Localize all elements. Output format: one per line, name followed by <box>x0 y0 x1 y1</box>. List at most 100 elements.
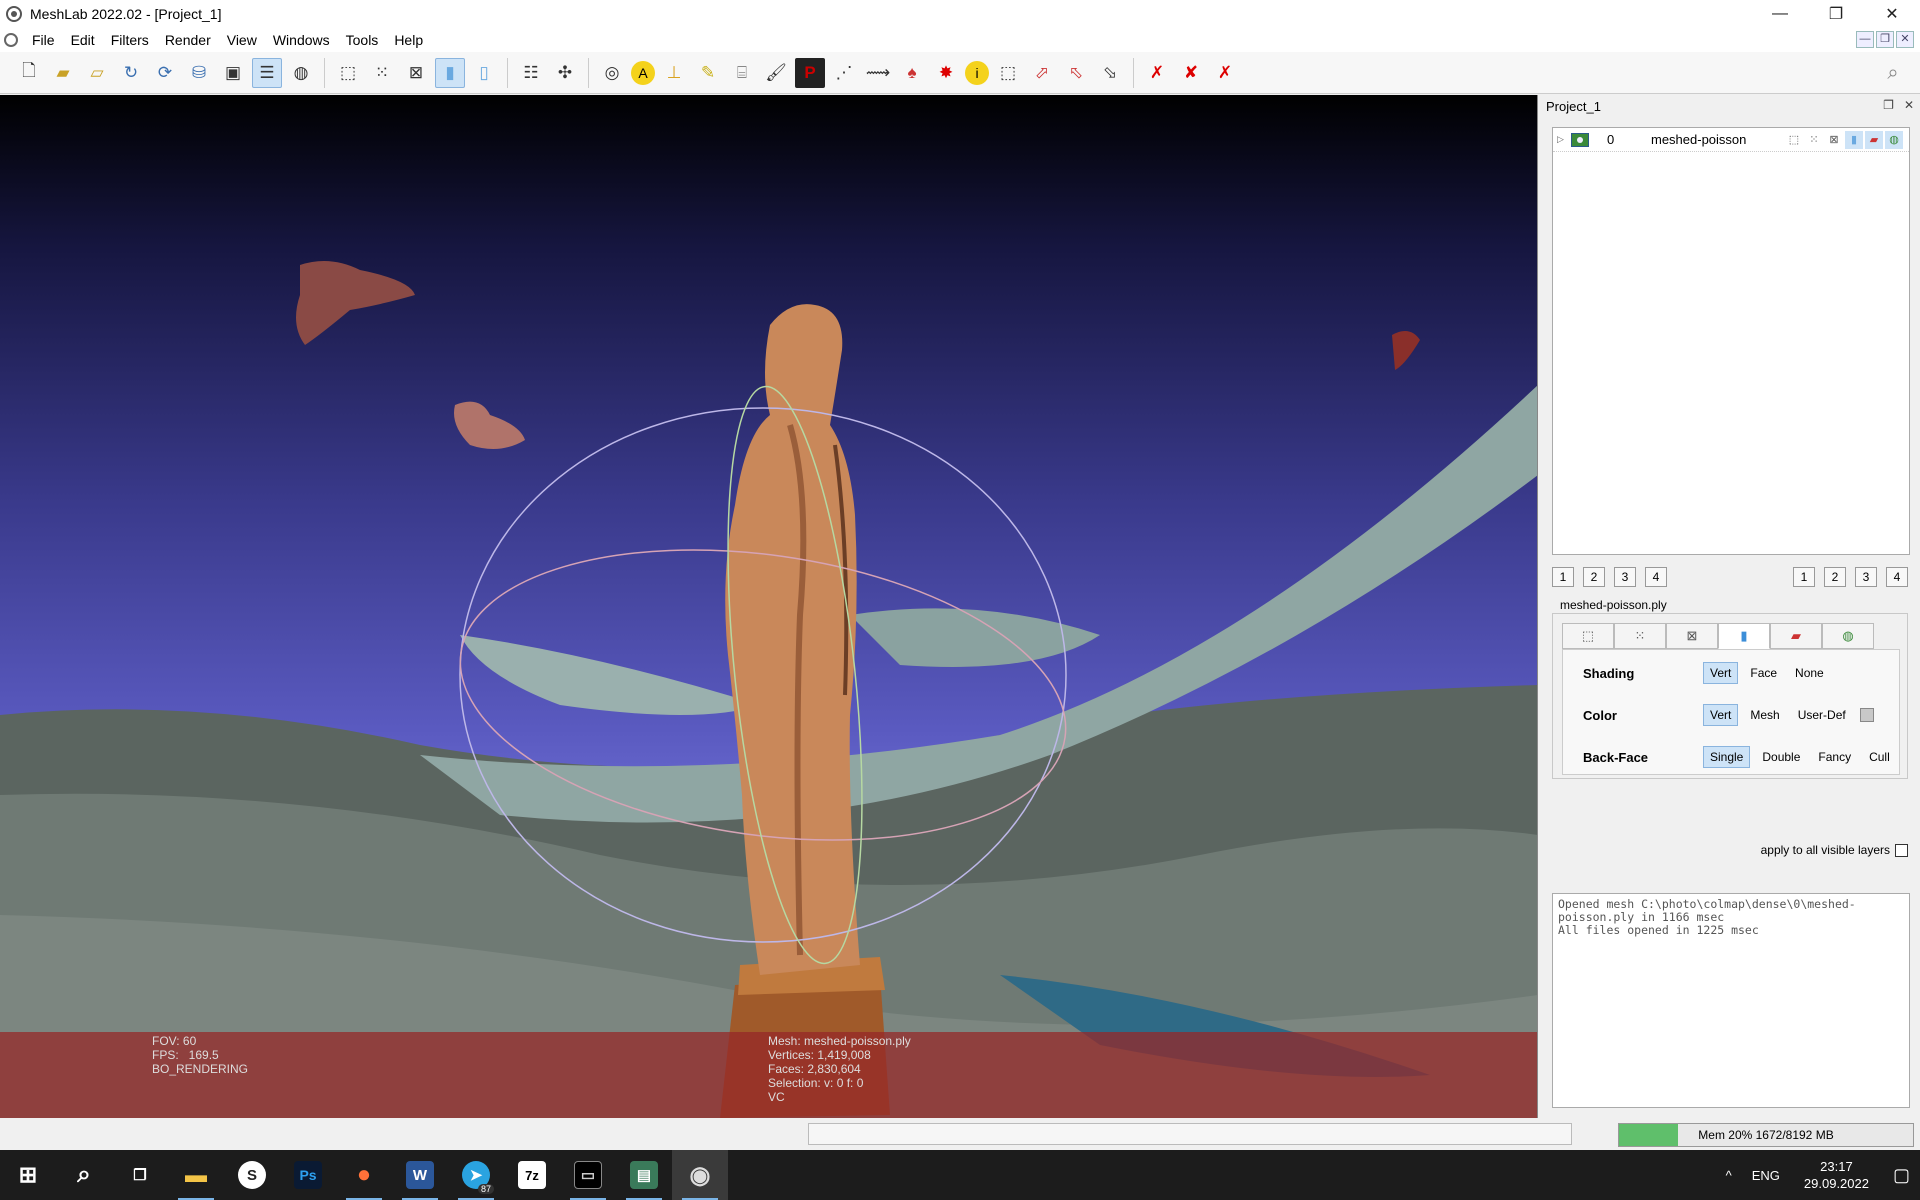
view-button-1[interactable]: 1 <box>1552 567 1574 587</box>
telegram-button[interactable]: ➤ 87 <box>448 1150 504 1200</box>
menu-render[interactable]: Render <box>157 28 219 52</box>
raster-icon[interactable]: ◍ <box>286 58 316 88</box>
7zip-button[interactable]: 7z <box>504 1150 560 1200</box>
layer-texture-icon[interactable]: ▰ <box>1865 130 1883 149</box>
layer-points-icon[interactable]: ⁙ <box>1805 131 1823 149</box>
menu-edit[interactable]: Edit <box>63 28 103 52</box>
close-button[interactable]: ✕ <box>1864 0 1920 28</box>
camera-icon[interactable]: ⌸ <box>727 58 757 88</box>
layer-wire-icon[interactable]: ⊠ <box>1825 131 1843 149</box>
shading-face-option[interactable]: Face <box>1744 663 1783 683</box>
view-button-4[interactable]: 4 <box>1645 567 1667 587</box>
import-mesh-icon[interactable]: ▱ <box>82 58 112 88</box>
search-icon[interactable]: ⌕ <box>1878 58 1908 88</box>
user-color-swatch[interactable] <box>1859 708 1874 722</box>
delete-all-icon[interactable]: ✗ <box>1210 58 1240 88</box>
s-app-button[interactable]: S <box>224 1150 280 1200</box>
lighting-icon[interactable]: ☷ <box>516 58 546 88</box>
layer-row[interactable]: ▷ 0 meshed-poisson ⬚ ⁙ ⊠ ▮ ▰ ◍ <box>1553 128 1909 152</box>
annotate-icon[interactable]: A <box>631 60 655 85</box>
color-mesh-option[interactable]: Mesh <box>1744 705 1785 725</box>
clock[interactable]: 23:17 29.09.2022 <box>1790 1158 1883 1192</box>
search-taskbar-button[interactable]: ⌕ <box>56 1150 112 1200</box>
align-icon[interactable]: ⋰ <box>829 58 859 88</box>
backface-fancy-option[interactable]: Fancy <box>1812 747 1857 767</box>
points-tab-icon[interactable]: ⁙ <box>1614 623 1666 649</box>
export-mesh-icon[interactable]: ⛁ <box>184 58 214 88</box>
paint-select-icon[interactable]: ✎ <box>693 58 723 88</box>
snapshot-icon[interactable]: ▣ <box>218 58 248 88</box>
brush-icon[interactable]: 🖌 <box>761 58 791 88</box>
view-button-2[interactable]: 2 <box>1583 567 1605 587</box>
wire-tab-icon[interactable]: ⊠ <box>1666 623 1718 649</box>
expand-arrow-icon[interactable]: ▷ <box>1557 134 1565 145</box>
tray-arrow-icon[interactable]: ^ <box>1716 1168 1742 1183</box>
backface-single-option[interactable]: Single <box>1703 746 1751 768</box>
image-viewer-button[interactable]: ▤ <box>616 1150 672 1200</box>
sphere-icon[interactable]: ◎ <box>597 58 627 88</box>
texture-tab-icon[interactable]: ▰ <box>1770 623 1822 649</box>
word-button[interactable]: W <box>392 1150 448 1200</box>
select-connected-icon[interactable]: ⬁ <box>1061 58 1091 88</box>
menu-filters[interactable]: Filters <box>103 28 157 52</box>
bbox-tab-icon[interactable]: ⬚ <box>1562 623 1614 649</box>
delete-vertices-icon[interactable]: ✘ <box>1176 58 1206 88</box>
apply-all-checkbox[interactable] <box>1895 843 1908 857</box>
layer-bbox-icon[interactable]: ⬚ <box>1785 131 1803 149</box>
reload-all-icon[interactable]: ⟳ <box>150 58 180 88</box>
view-button-3[interactable]: 3 <box>1614 567 1636 587</box>
menu-view[interactable]: View <box>219 28 265 52</box>
file-explorer-button[interactable]: ▬ <box>168 1150 224 1200</box>
mdi-minimize-button[interactable]: — <box>1856 31 1874 48</box>
menu-windows[interactable]: Windows <box>265 28 338 52</box>
pickpoints-icon[interactable]: P <box>795 57 825 88</box>
log-area[interactable]: Opened mesh C:\photo\colmap\dense\0\mesh… <box>1552 893 1910 1108</box>
menu-tools[interactable]: Tools <box>338 28 387 52</box>
axis-icon[interactable]: ⊥ <box>659 58 689 88</box>
color-tab-icon[interactable]: ◍ <box>1822 623 1874 649</box>
georef-icon[interactable]: ✸ <box>931 58 961 88</box>
select-faces-icon[interactable]: ⬚ <box>993 58 1023 88</box>
select-area-icon[interactable]: ⬂ <box>1095 58 1125 88</box>
points-icon[interactable]: ⁙ <box>367 58 397 88</box>
new-project-icon[interactable]: 🗋 <box>14 58 44 88</box>
terminal-button[interactable]: ▭ <box>560 1150 616 1200</box>
measure-icon[interactable]: ⟿ <box>863 58 893 88</box>
backface-cull-option[interactable]: Cull <box>1863 747 1896 767</box>
view-button-3[interactable]: 3 <box>1855 567 1877 587</box>
visibility-eye-icon[interactable] <box>1571 132 1589 147</box>
smooth-icon[interactable]: ▯ <box>469 58 499 88</box>
view-button-4[interactable]: 4 <box>1886 567 1908 587</box>
flat-icon[interactable]: ▮ <box>435 57 465 88</box>
minimize-button[interactable]: — <box>1752 0 1808 28</box>
layers-icon[interactable]: ☰ <box>252 57 282 88</box>
layer-color-icon[interactable]: ◍ <box>1885 130 1903 149</box>
language-indicator[interactable]: ENG <box>1742 1168 1790 1183</box>
task-view-button[interactable]: ❐ <box>112 1150 168 1200</box>
backface-double-option[interactable]: Double <box>1756 747 1806 767</box>
notifications-icon[interactable]: ▢ <box>1883 1165 1920 1186</box>
delete-faces-icon[interactable]: ✗ <box>1142 58 1172 88</box>
firefox-button[interactable]: ● <box>336 1150 392 1200</box>
info-icon[interactable]: i <box>965 60 989 85</box>
colorize-icon[interactable]: ♠ <box>897 58 927 88</box>
shading-none-option[interactable]: None <box>1789 663 1830 683</box>
fill-tab-icon[interactable]: ▮ <box>1718 623 1770 649</box>
reload-icon[interactable]: ↻ <box>116 58 146 88</box>
meshlab-taskbar-button[interactable]: ◉ <box>672 1150 728 1200</box>
menu-help[interactable]: Help <box>386 28 431 52</box>
mdi-restore-button[interactable]: ❐ <box>1876 31 1894 48</box>
restore-button[interactable]: ❐ <box>1808 0 1864 28</box>
view-button-2[interactable]: 2 <box>1824 567 1846 587</box>
trackball-icon[interactable]: ✣ <box>550 58 580 88</box>
view-button-1[interactable]: 1 <box>1793 567 1815 587</box>
open-project-icon[interactable]: ▰ <box>48 58 78 88</box>
shading-vert-option[interactable]: Vert <box>1703 662 1739 684</box>
color-vert-option[interactable]: Vert <box>1703 704 1739 726</box>
bbox-icon[interactable]: ⬚ <box>333 58 363 88</box>
panel-float-button[interactable]: ❐ <box>1883 98 1894 112</box>
start-button[interactable]: ⊞ <box>0 1150 56 1200</box>
mdi-window-icon[interactable] <box>4 33 18 47</box>
layer-fill-icon[interactable]: ▮ <box>1845 130 1863 149</box>
wireframe-icon[interactable]: ⊠ <box>401 58 431 88</box>
